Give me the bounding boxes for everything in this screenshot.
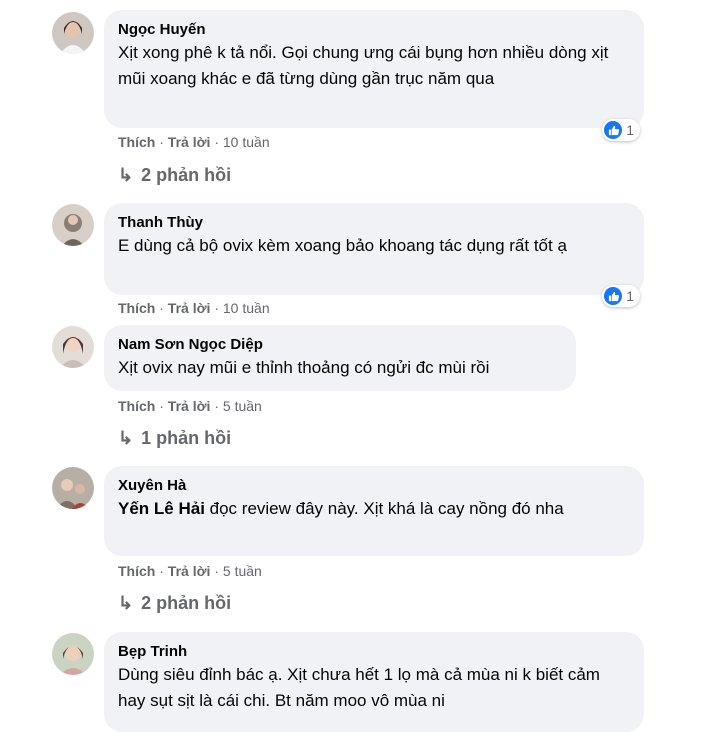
separator: · — [155, 563, 168, 579]
comment-author[interactable]: Thanh Thùy — [118, 213, 630, 233]
like-icon — [604, 287, 623, 305]
comment-actions: Thích · Trả lời · 10 tuần — [118, 299, 270, 317]
separator: · — [155, 134, 168, 150]
comment-bubble: Thanh Thùy E dùng cả bộ ovix kèm xoang b… — [104, 203, 644, 295]
comment-bubble: Nam Sơn Ngọc Diệp Xịt ovix nay mũi e thỉ… — [104, 325, 576, 391]
reply-link[interactable]: Trả lời — [168, 563, 211, 579]
comment-bubble: Ngọc Huyến Xịt xong phê k tả nổi. Gọi ch… — [104, 10, 644, 128]
reply-arrow-icon: ↳ — [118, 593, 134, 613]
comment-bubble: Bẹp Trinh Dùng siêu đỉnh bác ạ. Xịt chưa… — [104, 632, 644, 732]
separator: · — [210, 300, 223, 316]
separator: · — [210, 563, 223, 579]
comment-text: Xịt xong phê k tả nổi. Gọi chung ưng cái… — [118, 43, 609, 88]
comment-actions: Thích · Trả lời · 10 tuần — [118, 133, 270, 151]
comment-text: Xịt ovix nay mũi e thỉnh thoảng có ngửi … — [118, 358, 490, 377]
replies-count: 2 phản hồi — [141, 165, 232, 185]
like-link[interactable]: Thích — [118, 134, 155, 150]
separator: · — [155, 300, 168, 316]
comment-time[interactable]: 5 tuần — [223, 563, 262, 579]
like-link[interactable]: Thích — [118, 398, 155, 414]
comment-text-body: đọc review đây này. Xịt khá là cay nồng … — [204, 499, 564, 518]
comment-time[interactable]: 5 tuần — [223, 398, 262, 414]
comment-time[interactable]: 10 tuần — [223, 300, 270, 316]
reaction-number: 1 — [626, 288, 634, 304]
avatar[interactable] — [52, 12, 94, 54]
reaction-number: 1 — [626, 122, 634, 138]
reaction-count[interactable]: 1 — [602, 119, 640, 141]
reply-link[interactable]: Trả lời — [168, 134, 211, 150]
reaction-count[interactable]: 1 — [602, 285, 640, 307]
separator: · — [210, 134, 223, 150]
comment-text: Yến Lê Hải đọc review đây này. Xịt khá l… — [118, 496, 630, 522]
avatar[interactable] — [52, 326, 94, 368]
avatar[interactable] — [52, 467, 94, 509]
view-replies-link[interactable]: ↳ 1 phản hồi — [118, 427, 231, 449]
comment-bubble: Xuyên Hà Yến Lê Hải đọc review đây này. … — [104, 466, 644, 556]
replies-count: 2 phản hồi — [141, 593, 232, 613]
comment-author[interactable]: Nam Sơn Ngọc Diệp — [118, 335, 562, 355]
avatar[interactable] — [52, 633, 94, 675]
reply-link[interactable]: Trả lời — [168, 300, 211, 316]
comment-author[interactable]: Bẹp Trinh — [118, 642, 630, 662]
reply-arrow-icon: ↳ — [118, 428, 134, 448]
view-replies-link[interactable]: ↳ 2 phản hồi — [118, 164, 231, 186]
comment-text: Dùng siêu đỉnh bác ạ. Xịt chưa hết 1 lọ … — [118, 665, 600, 710]
reply-link[interactable]: Trả lời — [168, 398, 211, 414]
like-link[interactable]: Thích — [118, 300, 155, 316]
like-icon — [604, 121, 623, 139]
comment-author[interactable]: Xuyên Hà — [118, 476, 630, 496]
comment-author[interactable]: Ngọc Huyến — [118, 20, 630, 40]
mention-link[interactable]: Yến Lê Hải — [118, 499, 205, 518]
reply-arrow-icon: ↳ — [118, 165, 134, 185]
separator: · — [155, 398, 168, 414]
comment-text: E dùng cả bộ ovix kèm xoang bảo khoang t… — [118, 236, 567, 255]
comment-actions: Thích · Trả lời · 5 tuần — [118, 397, 262, 415]
like-link[interactable]: Thích — [118, 563, 155, 579]
comment-actions: Thích · Trả lời · 5 tuần — [118, 562, 262, 580]
avatar[interactable] — [52, 204, 94, 246]
separator: · — [210, 398, 223, 414]
view-replies-link[interactable]: ↳ 2 phản hồi — [118, 592, 231, 614]
comment-time[interactable]: 10 tuần — [223, 134, 270, 150]
replies-count: 1 phản hồi — [141, 428, 232, 448]
